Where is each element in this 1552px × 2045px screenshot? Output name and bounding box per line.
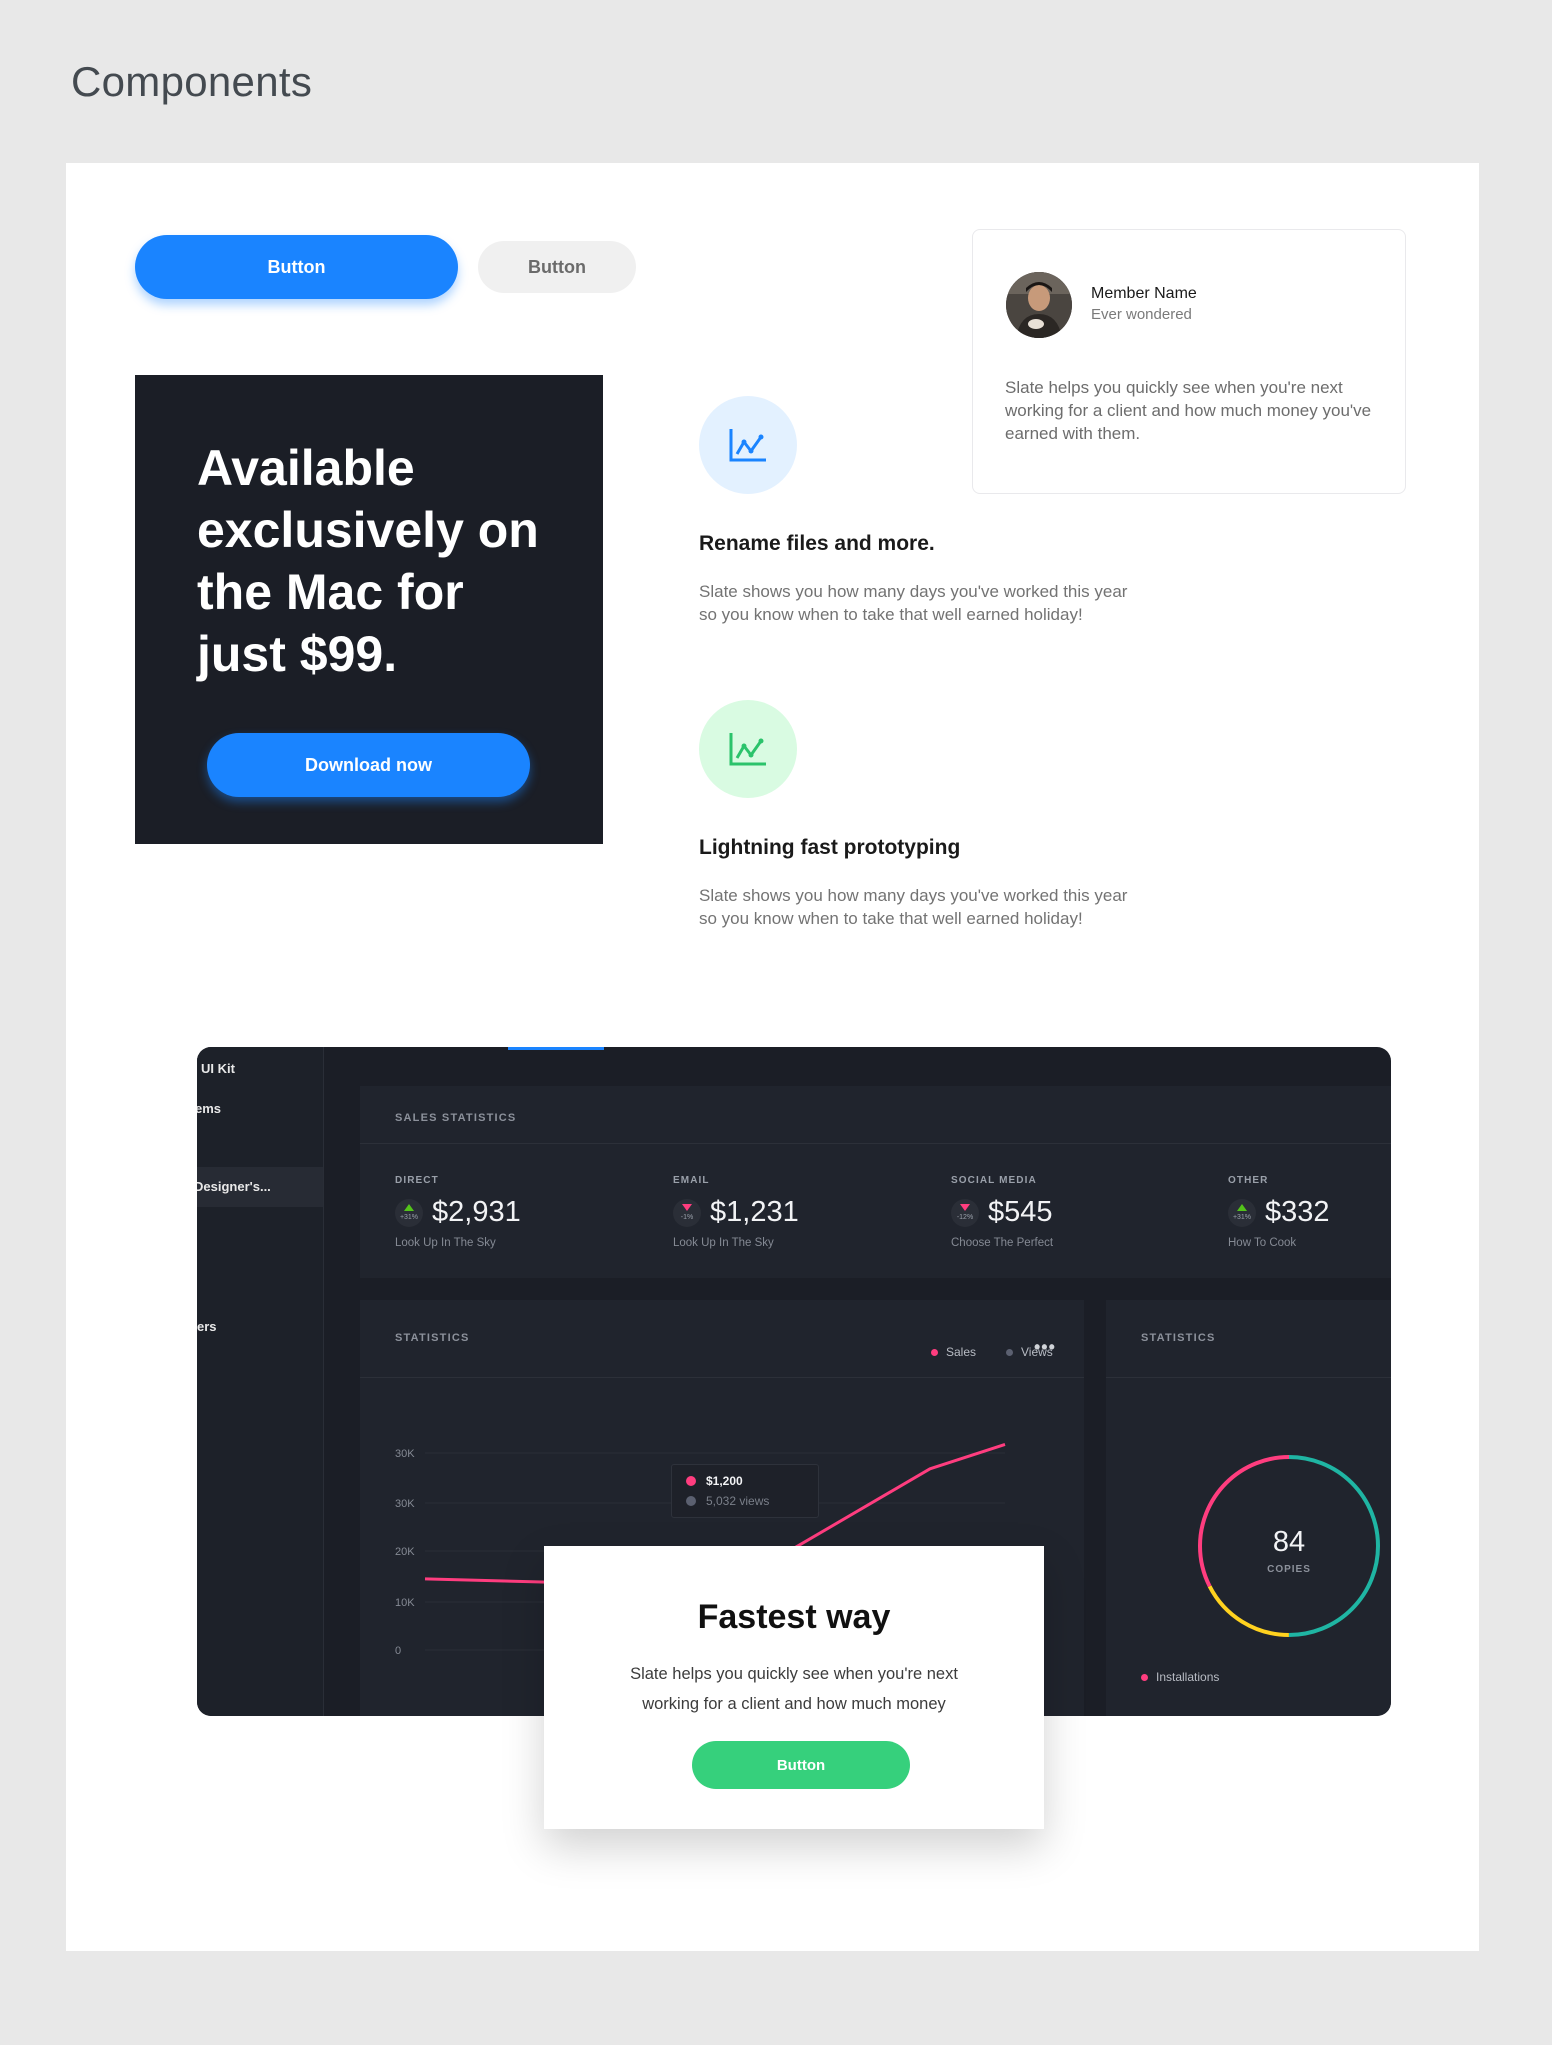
modal-text: Slate helps you quickly see when you're … [630,1665,958,1713]
trend-down-icon: -12% [951,1198,979,1227]
feature-description: Slate shows you how many days you've wor… [699,886,1128,928]
sidebar-item[interactable]: Designer's... [197,1179,271,1194]
download-button[interactable]: Download now [207,733,530,797]
sales-title: SALES STATISTICS [395,1112,517,1124]
line-chart-icon [729,429,766,462]
trend-up-icon: +31% [1228,1198,1256,1227]
stat-other: OTHER +31% $332 How To Cook [1228,1175,1330,1249]
feature-title: Rename files and more. [699,532,935,555]
stat-social: SOCIAL MEDIA -12% $545 Choose The Perfec… [951,1175,1053,1249]
active-tab-indicator [508,1047,604,1050]
donut-title: STATISTICS [1141,1332,1216,1344]
stat-label: OTHER [1228,1175,1269,1186]
legend-sales[interactable]: Sales [931,1345,976,1359]
y-tick-label: 10K [395,1597,415,1609]
donut-value: 84 [1273,1526,1305,1558]
feature-item: Lightning fast prototyping Slate shows y… [699,700,1139,930]
stat-label: EMAIL [673,1175,710,1186]
member-card: Member Name Ever wondered Slate helps yo… [972,229,1406,494]
promo-card: Available exclusively on the Mac for jus… [135,375,603,844]
modal-card: Fastest way Slate helps you quickly see … [544,1546,1044,1829]
y-tick-label: 30K [395,1448,415,1460]
member-subtitle: Ever wondered [1091,306,1192,323]
modal-title: Fastest way [697,1598,891,1636]
stat-sub: How To Cook [1228,1237,1297,1249]
avatar [1006,272,1072,338]
feature-icon-circle [699,396,797,494]
sidebar-item[interactable]: ers [197,1319,217,1334]
chart-tooltip: $1,200 5,032 views [671,1464,819,1518]
secondary-button[interactable]: Button [478,241,636,293]
dashboard-sidebar: UI Kit ems Designer's... ers [197,1047,324,1716]
stat-email: EMAIL -1% $1,231 Look Up In The Sky [673,1175,799,1249]
legend-installations[interactable]: Installations [1141,1670,1219,1684]
stat-sub: Choose The Perfect [951,1237,1054,1249]
stat-label: SOCIAL MEDIA [951,1175,1037,1186]
tooltip-views: 5,032 views [706,1494,770,1508]
trend-up-icon: +31% [395,1198,423,1227]
y-tick-label: 30K [395,1498,415,1510]
donut-label: COPIES [1267,1564,1311,1575]
tooltip-value: $1,200 [706,1474,743,1488]
y-tick-label: 0 [395,1645,401,1657]
statistics-title: STATISTICS [395,1332,470,1344]
stat-direct: DIRECT +31% $2,931 Look Up In The Sky [395,1175,521,1249]
page-title: Components [71,58,313,105]
stat-value: $545 [988,1196,1053,1228]
more-icon[interactable]: ••• [1034,1337,1056,1358]
y-tick-label: 20K [395,1546,415,1558]
primary-button[interactable]: Button [135,235,458,299]
sidebar-item[interactable]: ems [197,1101,221,1116]
promo-headline: Available exclusively on the Mac for jus… [197,440,539,682]
stat-sub: Look Up In The Sky [673,1237,774,1249]
feature-description: Slate shows you how many days you've wor… [699,582,1128,624]
member-name: Member Name [1091,285,1197,302]
feature-icon-circle [699,700,797,798]
donut-chart: 84 COPIES [1198,1455,1380,1637]
feature-title: Lightning fast prototyping [699,836,961,859]
trend-down-icon: -1% [673,1198,701,1227]
sidebar-item[interactable]: UI Kit [201,1061,235,1076]
stat-value: $2,931 [432,1196,521,1228]
stat-value: $1,231 [710,1196,799,1228]
member-text: Slate helps you quickly see when you're … [1005,378,1372,443]
stat-label: DIRECT [395,1175,439,1186]
stat-value: $332 [1265,1196,1330,1228]
line-chart-icon [729,733,766,766]
stat-sub: Look Up In The Sky [395,1237,496,1249]
modal-button[interactable]: Button [692,1741,910,1789]
